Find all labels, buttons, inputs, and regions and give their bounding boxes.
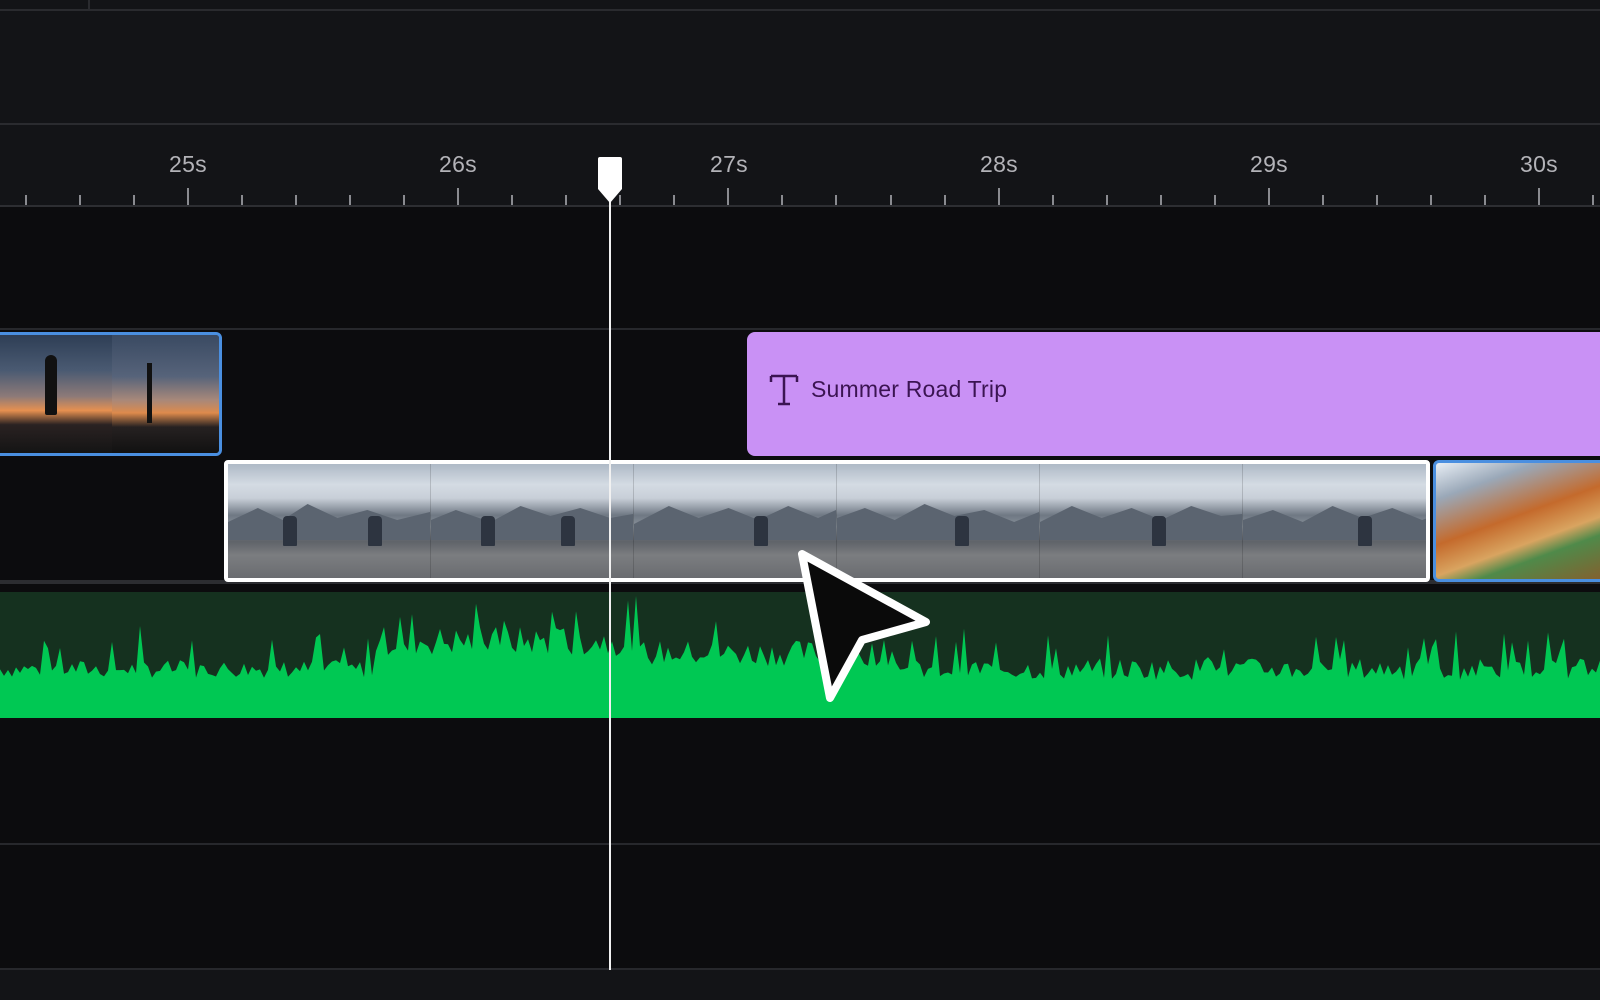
title-clip-label: Summer Road Trip <box>811 376 1008 402</box>
ruler-minor-tick <box>1375 195 1378 205</box>
divider <box>0 9 1600 11</box>
ruler-label-30s: 30s <box>1520 151 1558 177</box>
ruler-minor-tick <box>78 195 81 205</box>
skater-figure <box>561 516 575 546</box>
audio-waveform <box>0 596 1600 718</box>
ruler-minor-tick <box>403 195 406 205</box>
ruler-minor-tick <box>943 195 946 205</box>
ruler-minor-tick <box>781 195 784 205</box>
waveform-shape <box>0 596 1600 718</box>
video-clip-sunset[interactable] <box>0 332 222 456</box>
timeline-toolbar-area <box>0 0 1600 125</box>
ruler-minor-tick <box>132 195 135 205</box>
ruler-minor-tick <box>1213 195 1216 205</box>
empty-track[interactable] <box>0 718 1600 845</box>
skater-figure <box>955 516 969 546</box>
text-tool-icon <box>769 374 799 406</box>
clip-thumbnail <box>431 464 634 578</box>
playhead-line <box>609 160 611 970</box>
ruler-minor-tick <box>1429 195 1432 205</box>
empty-track[interactable] <box>0 845 1600 970</box>
ruler-minor-tick <box>1592 195 1595 205</box>
empty-track[interactable] <box>0 207 1600 330</box>
ruler-minor-tick <box>349 195 352 205</box>
clip-thumbnail <box>1040 464 1243 578</box>
ruler-minor-tick <box>673 195 676 205</box>
clip-thumbnail <box>228 464 431 578</box>
ruler-minor-tick <box>889 195 892 205</box>
ruler-major-tick <box>1538 188 1540 205</box>
clip-thumbnail <box>112 335 219 453</box>
ruler-label-27s: 27s <box>710 151 748 177</box>
ruler-minor-tick <box>1105 195 1108 205</box>
pole-silhouette <box>147 363 152 423</box>
ruler-major-tick <box>1267 188 1270 205</box>
skater-figure <box>283 516 297 546</box>
timeline-scrollbar-area[interactable] <box>0 970 1600 1000</box>
skater-figure <box>1358 516 1372 546</box>
ruler-label-29s: 29s <box>1250 151 1288 177</box>
skater-figure <box>1152 516 1166 546</box>
ruler-minor-tick <box>24 195 27 205</box>
ruler-minor-tick <box>565 195 568 205</box>
ruler-minor-tick <box>511 195 514 205</box>
skater-figure <box>368 516 382 546</box>
ruler-minor-tick <box>835 195 838 205</box>
playhead-handle[interactable] <box>597 157 623 205</box>
ruler-minor-tick <box>241 195 244 205</box>
ruler-minor-tick <box>1051 195 1054 205</box>
video-clip-mountain-road[interactable] <box>224 460 1430 582</box>
ruler-label-25s: 25s <box>169 151 207 177</box>
skater-figure <box>754 516 768 546</box>
video-clip-autumn[interactable] <box>1433 460 1600 582</box>
ruler-major-tick <box>727 188 730 205</box>
ruler-minor-tick <box>1159 195 1162 205</box>
ruler-minor-tick <box>1321 195 1324 205</box>
person-silhouette <box>45 355 57 415</box>
clip-thumbnail <box>1243 464 1426 578</box>
ruler-major-tick <box>457 188 460 205</box>
clip-thumbnail <box>634 464 837 578</box>
ruler-minor-tick <box>295 195 298 205</box>
clip-thumbnail <box>837 464 1040 578</box>
skater-figure <box>481 516 495 546</box>
ruler-minor-tick <box>1483 195 1486 205</box>
divider <box>88 0 90 9</box>
ruler-label-28s: 28s <box>980 151 1018 177</box>
ruler-major-tick <box>187 188 189 205</box>
ruler-label-26s: 26s <box>439 151 477 177</box>
ruler-major-tick <box>997 188 1000 205</box>
time-ruler[interactable]: 25s 26s 27s 28s 29s 30s <box>0 125 1600 207</box>
title-clip[interactable]: Summer Road Trip <box>747 332 1600 456</box>
